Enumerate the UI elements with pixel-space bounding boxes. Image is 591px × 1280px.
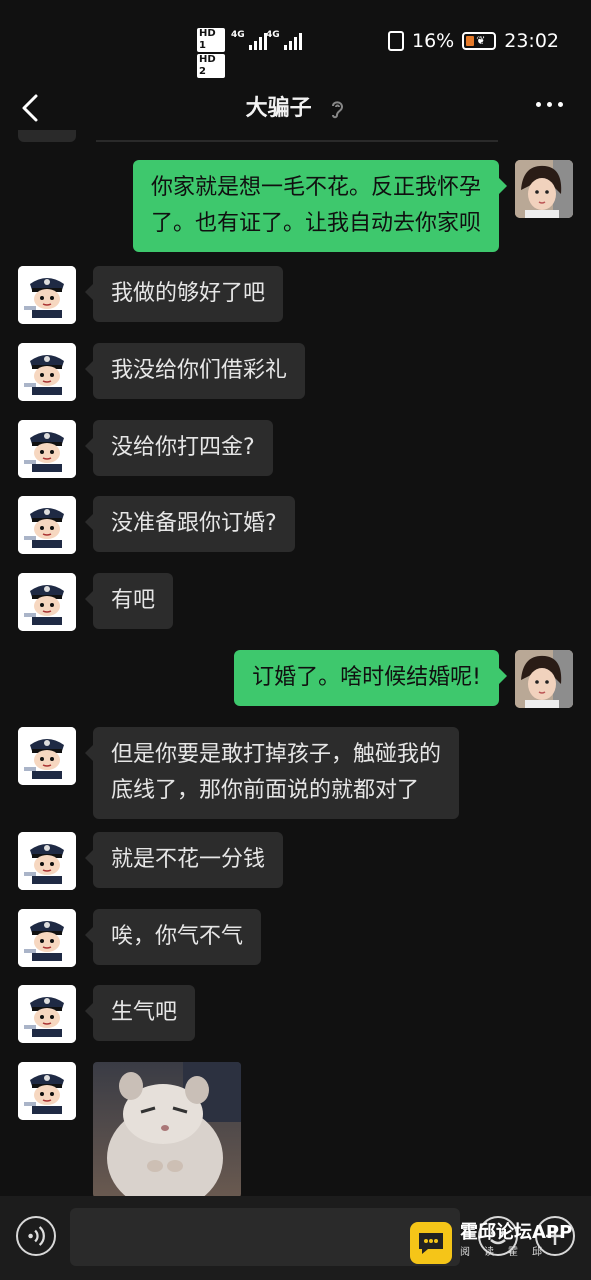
watermark-title: 霍邱论坛APP [460, 1222, 573, 1243]
watermark-subtitle: 阅读霍邱 [460, 1247, 556, 1258]
incoming-message-row: 我没给你们借彩礼 [0, 343, 591, 401]
watermark: 霍邱论坛APP 阅读霍邱 [410, 1222, 572, 1264]
my-avatar[interactable] [515, 650, 573, 708]
signal-1-icon: 4G [231, 30, 267, 50]
hd1-badge: HD 1 [197, 28, 225, 52]
hd-indicator: HD 1 HD 2 [197, 28, 225, 80]
outgoing-message-row: 你家就是想一毛不花。反正我怀孕 了。也有证了。让我自动去你家呗 [0, 160, 591, 252]
watermark-logo-icon [410, 1222, 452, 1264]
incoming-message-row: 没准备跟你订婚? [0, 496, 591, 554]
message-input[interactable] [70, 1208, 460, 1266]
watermark-text: 霍邱论坛APP 阅读霍邱 [460, 1223, 572, 1263]
network-2-label: 4G [266, 30, 280, 40]
contact-avatar[interactable] [18, 343, 76, 401]
incoming-message-row: 就是不花一分钱 [0, 832, 591, 890]
contact-avatar[interactable] [18, 727, 76, 785]
message-bubble[interactable]: 你家就是想一毛不花。反正我怀孕 了。也有证了。让我自动去你家呗 [132, 160, 508, 252]
status-bar: HD 1 HD 2 4G 4G 16% ❦ 23:02 [0, 0, 591, 86]
incoming-message-row: 唉，你气不气 [0, 909, 591, 967]
vibrate-icon [388, 31, 404, 51]
incoming-message-row: 我做的够好了吧 [0, 266, 591, 324]
contact-avatar[interactable] [18, 496, 76, 554]
message-bubble[interactable]: 但是你要是敢打掉孩子，触碰我的 底线了，那你前面说的就都对了 [84, 727, 460, 819]
message-bubble[interactable]: 没准备跟你订婚? [85, 496, 295, 552]
network-1-label: 4G [231, 30, 245, 40]
previous-bubble-edge [96, 130, 498, 142]
incoming-message-row: 生气吧 [0, 985, 591, 1043]
contact-avatar[interactable] [18, 1062, 76, 1120]
outgoing-message-row: 订婚了。啥时候结婚呢! [0, 650, 591, 708]
battery-icon: ❦ [462, 32, 497, 50]
contact-avatar[interactable] [18, 266, 76, 324]
signal-2-icon: 4G [266, 30, 302, 50]
status-right: 16% ❦ 23:02 [388, 30, 559, 52]
message-bubble[interactable]: 我做的够好了吧 [84, 266, 284, 322]
incoming-message-row: 但是你要是敢打掉孩子，触碰我的 底线了，那你前面说的就都对了 [0, 727, 591, 819]
incoming-message-row: 没给你打四金? [0, 420, 591, 478]
incoming-message-row [0, 1062, 591, 1198]
my-avatar[interactable] [515, 160, 573, 218]
message-bubble[interactable]: 没给你打四金? [85, 420, 273, 476]
contact-avatar[interactable] [18, 985, 76, 1043]
chat-header: 大骗子 [0, 86, 591, 130]
incoming-message-row: 有吧 [0, 573, 591, 631]
contact-avatar[interactable] [18, 573, 76, 631]
message-bubble[interactable]: 生气吧 [84, 985, 196, 1041]
message-bubble[interactable]: 唉，你气不气 [84, 909, 262, 965]
sticker-image[interactable] [93, 1062, 241, 1198]
contact-avatar[interactable] [18, 909, 76, 967]
message-bubble[interactable]: 就是不花一分钱 [84, 832, 284, 888]
chat-title: 大骗子 [245, 96, 312, 121]
clock: 23:02 [504, 30, 559, 52]
hd2-badge: HD 2 [197, 54, 225, 78]
contact-avatar[interactable] [18, 420, 76, 478]
battery-percent: 16% [412, 30, 455, 52]
previous-avatar-edge [18, 130, 76, 142]
message-bubble[interactable]: 有吧 [84, 573, 174, 629]
ear-icon [332, 101, 344, 119]
contact-avatar[interactable] [18, 832, 76, 890]
chat-title-wrap: 大骗子 [0, 90, 591, 122]
more-dots-icon[interactable] [536, 102, 563, 107]
message-bubble[interactable]: 我没给你们借彩礼 [84, 343, 306, 399]
message-bubble[interactable]: 订婚了。啥时候结婚呢! [234, 650, 507, 706]
voice-icon[interactable] [16, 1216, 56, 1256]
